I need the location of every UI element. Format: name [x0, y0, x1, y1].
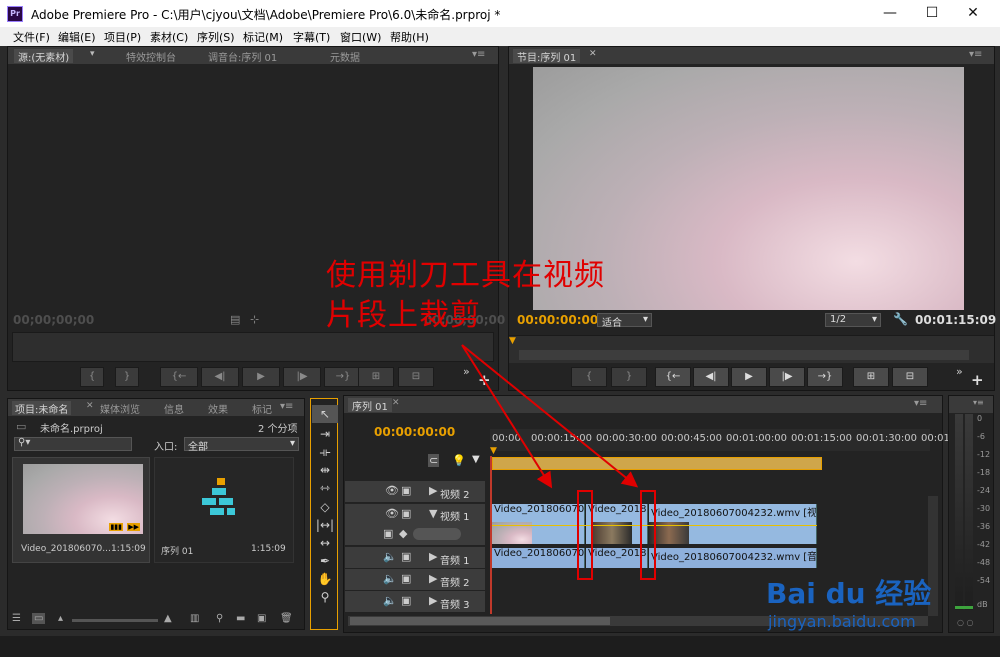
watermark-brand: Bai du 经验: [766, 577, 932, 610]
arrow-to-cut-1: [461, 344, 553, 489]
watermark-url: jingyan.baidu.com: [768, 612, 916, 631]
annotation-arrows: [461, 344, 639, 489]
arrow-to-cut-2: [461, 344, 639, 488]
